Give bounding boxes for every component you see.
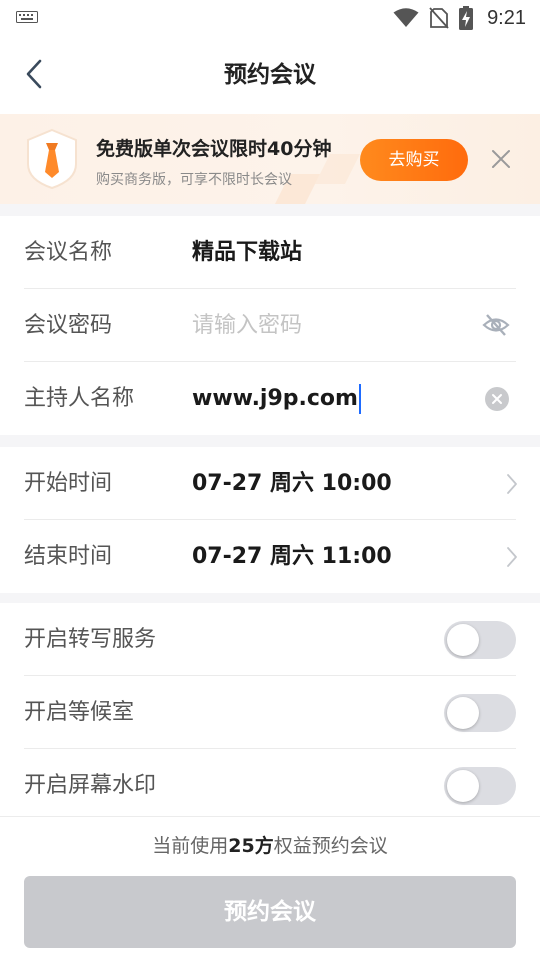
transcription-toggle[interactable] — [444, 621, 516, 659]
transcription-row: 开启转写服务 — [0, 603, 540, 676]
promo-subtitle: 购买商务版，可享不限时长会议 — [96, 172, 292, 188]
start-time-value: 07-27 周六 10:00 — [192, 471, 392, 496]
section-gap — [0, 593, 540, 603]
status-icons: 9:21 — [393, 0, 526, 36]
buy-button[interactable]: 去购买 — [360, 139, 468, 181]
schedule-meeting-button[interactable]: 预约会议 — [24, 876, 516, 948]
watermark-row: 开启屏幕水印 — [0, 749, 540, 822]
watermark-label: 开启屏幕水印 — [24, 773, 157, 798]
host-name-text: www.j9p.com — [192, 386, 358, 411]
transcription-label: 开启转写服务 — [24, 627, 157, 652]
clock: 9:21 — [487, 6, 526, 29]
end-time-row[interactable]: 结束时间 07-27 周六 11:00 — [0, 520, 540, 593]
start-time-label: 开始时间 — [24, 471, 113, 496]
host-name-label: 主持人名称 — [24, 386, 135, 411]
toggle-knob — [447, 697, 479, 729]
meeting-password-label: 会议密码 — [24, 313, 113, 338]
meeting-password-row[interactable]: 会议密码 请输入密码 — [0, 289, 540, 362]
clear-button[interactable] — [485, 387, 509, 411]
chevron-right-icon — [507, 474, 517, 494]
quota-note: 当前使用25方权益预约会议 — [0, 831, 540, 858]
quota-suffix: 权益预约会议 — [273, 835, 388, 857]
meeting-password-input[interactable]: 请输入密码 — [192, 289, 302, 362]
meeting-name-row[interactable]: 会议名称 精品下载站 — [0, 216, 540, 289]
section-gap — [0, 204, 540, 216]
toggle-knob — [447, 770, 479, 802]
waiting-room-row: 开启等候室 — [0, 676, 540, 749]
section-gap — [0, 435, 540, 447]
promo-banner: 免费版单次会议限时40分钟 购买商务版，可享不限时长会议 去购买 — [0, 114, 540, 204]
meeting-name-label: 会议名称 — [24, 240, 113, 265]
nav-bar: 预约会议 — [0, 36, 540, 114]
end-time-label: 结束时间 — [24, 544, 113, 569]
watermark-toggle[interactable] — [444, 767, 516, 805]
end-time-value: 07-27 周六 11:00 — [192, 544, 392, 569]
no-sim-icon — [429, 7, 449, 29]
chevron-right-icon — [507, 547, 517, 567]
quota-prefix: 当前使用 — [152, 835, 229, 857]
wifi-icon — [393, 8, 419, 27]
start-time-row[interactable]: 开始时间 07-27 周六 10:00 — [0, 447, 540, 520]
promo-headline: 免费版单次会议限时40分钟 — [96, 138, 332, 160]
host-name-input[interactable]: www.j9p.com — [192, 362, 361, 435]
clear-icon — [492, 394, 502, 404]
quota-count: 25方 — [228, 835, 274, 857]
waiting-room-toggle[interactable] — [444, 694, 516, 732]
footer: 当前使用25方权益预约会议 预约会议 — [0, 816, 540, 960]
text-cursor — [358, 384, 361, 414]
host-name-row[interactable]: 主持人名称 www.j9p.com — [0, 362, 540, 435]
business-tie-icon — [27, 128, 77, 190]
page-title: 预约会议 — [224, 62, 316, 88]
keyboard-icon — [16, 11, 38, 23]
toggle-knob — [447, 624, 479, 656]
status-bar: 9:21 — [0, 0, 540, 36]
meeting-name-input[interactable]: 精品下载站 — [192, 216, 302, 289]
battery-charging-icon — [459, 6, 474, 30]
waiting-room-label: 开启等候室 — [24, 700, 135, 725]
eye-off-icon[interactable] — [482, 313, 510, 337]
close-icon[interactable] — [488, 146, 514, 172]
